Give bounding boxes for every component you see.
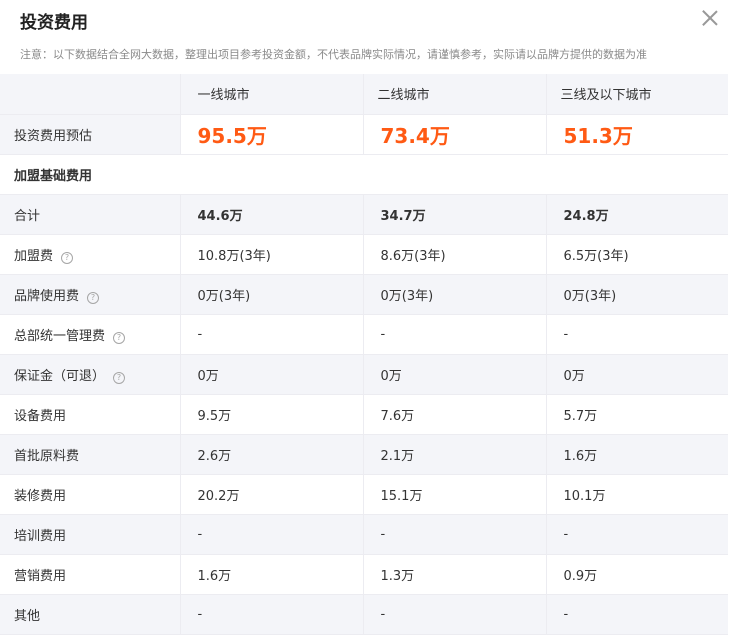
row-label: 总部统一管理费 [14, 328, 106, 344]
column-header-tier2: 二线城市 [362, 74, 546, 115]
row-value-tier2: 34.7万 [362, 194, 546, 235]
row-label-cell: 品牌使用费? [0, 274, 180, 315]
row-value-tier3: 24.8万 [545, 194, 728, 235]
estimate-label: 投资费用预估 [0, 114, 180, 155]
row-label-cell: 总部统一管理费? [0, 314, 180, 355]
table-row: 培训费用 - - - [0, 514, 728, 555]
help-circle-icon[interactable]: ? [87, 291, 100, 304]
row-label: 营销费用 [14, 568, 67, 584]
help-circle-icon[interactable]: ? [61, 251, 74, 264]
close-icon[interactable] [700, 8, 720, 28]
row-label: 加盟费 [14, 248, 54, 264]
table-row: 加盟费? 10.8万(3年) 8.6万(3年) 6.5万(3年) [0, 234, 728, 275]
dialog-header: 投资费用 [0, 0, 730, 40]
cost-table: 一线城市 二线城市 三线及以下城市 投资费用预估 95.5万 73.4万 51.… [0, 74, 728, 635]
row-label-cell: 加盟费? [0, 234, 180, 275]
row-value-tier2: 0万 [362, 354, 546, 395]
row-value-tier2: - [362, 314, 546, 355]
row-value-tier2: 15.1万 [362, 474, 546, 515]
estimate-tier2: 73.4万 [362, 114, 546, 155]
row-label-cell: 首批原料费 [0, 434, 180, 475]
row-label-cell: 其他 [0, 594, 180, 635]
row-value-tier3: 0.9万 [545, 554, 728, 595]
row-label-cell: 设备费用 [0, 394, 180, 435]
row-value-tier2: 2.1万 [362, 434, 546, 475]
row-label-cell: 装修费用 [0, 474, 180, 515]
row-value-tier1: 1.6万 [179, 554, 363, 595]
row-value-tier3: 0万(3年) [545, 274, 728, 315]
row-value-tier2: 0万(3年) [362, 274, 546, 315]
row-value-tier3: 0万 [545, 354, 728, 395]
row-value-tier1: 0万 [179, 354, 363, 395]
row-value-tier3: - [545, 514, 728, 555]
section-label: 加盟基础费用 [0, 154, 728, 195]
row-label: 品牌使用费 [14, 288, 80, 304]
help-circle-icon[interactable]: ? [113, 371, 126, 384]
notice-text: 注意：以下数据结合全网大数据，整理出项目参考投资金额，不代表品牌实际情况，请谨慎… [20, 48, 647, 61]
row-label-cell: 保证金（可退）? [0, 354, 180, 395]
row-value-tier1: - [179, 514, 363, 555]
row-label: 保证金（可退） [14, 368, 106, 384]
row-value-tier3: 10.1万 [545, 474, 728, 515]
row-value-tier1: - [179, 314, 363, 355]
row-label-cell: 合计 [0, 194, 180, 235]
row-value-tier2: 1.3万 [362, 554, 546, 595]
header-empty-cell [0, 74, 180, 115]
row-label-cell: 营销费用 [0, 554, 180, 595]
row-value-tier2: - [362, 514, 546, 555]
row-value-tier3: 6.5万(3年) [545, 234, 728, 275]
table-header-row: 一线城市 二线城市 三线及以下城市 [0, 74, 728, 115]
table-row: 总部统一管理费? - - - [0, 314, 728, 355]
row-value-tier1: 0万(3年) [179, 274, 363, 315]
row-value-tier3: 1.6万 [545, 434, 728, 475]
row-value-tier2: - [362, 594, 546, 635]
row-label: 首批原料费 [14, 448, 80, 464]
help-circle-icon[interactable]: ? [113, 331, 126, 344]
estimate-row: 投资费用预估 95.5万 73.4万 51.3万 [0, 114, 728, 155]
estimate-tier3: 51.3万 [545, 114, 728, 155]
table-row: 装修费用 20.2万 15.1万 10.1万 [0, 474, 728, 515]
row-label: 其他 [14, 608, 41, 624]
row-value-tier3: 5.7万 [545, 394, 728, 435]
row-label: 合计 [14, 208, 41, 224]
table-row: 设备费用 9.5万 7.6万 5.7万 [0, 394, 728, 435]
row-value-tier3: - [545, 594, 728, 635]
row-label: 装修费用 [14, 488, 67, 504]
row-value-tier1: 44.6万 [179, 194, 363, 235]
row-value-tier1: - [179, 594, 363, 635]
table-row: 首批原料费 2.6万 2.1万 1.6万 [0, 434, 728, 475]
row-value-tier2: 7.6万 [362, 394, 546, 435]
table-row: 品牌使用费? 0万(3年) 0万(3年) 0万(3年) [0, 274, 728, 315]
table-row: 营销费用 1.6万 1.3万 0.9万 [0, 554, 728, 595]
column-header-tier3: 三线及以下城市 [545, 74, 728, 115]
row-label-cell: 培训费用 [0, 514, 180, 555]
section-row: 加盟基础费用 [0, 154, 728, 195]
estimate-tier1: 95.5万 [179, 114, 363, 155]
table-row: 保证金（可退）? 0万 0万 0万 [0, 354, 728, 395]
row-value-tier1: 2.6万 [179, 434, 363, 475]
table-row: 合计 44.6万 34.7万 24.8万 [0, 194, 728, 235]
row-value-tier2: 8.6万(3年) [362, 234, 546, 275]
row-value-tier1: 20.2万 [179, 474, 363, 515]
dialog-title: 投资费用 [20, 13, 88, 33]
table-row: 其他 - - - [0, 594, 728, 635]
column-header-tier1: 一线城市 [179, 74, 363, 115]
row-value-tier1: 9.5万 [179, 394, 363, 435]
row-value-tier3: - [545, 314, 728, 355]
row-value-tier1: 10.8万(3年) [179, 234, 363, 275]
row-label: 培训费用 [14, 528, 67, 544]
row-label: 设备费用 [14, 408, 67, 424]
